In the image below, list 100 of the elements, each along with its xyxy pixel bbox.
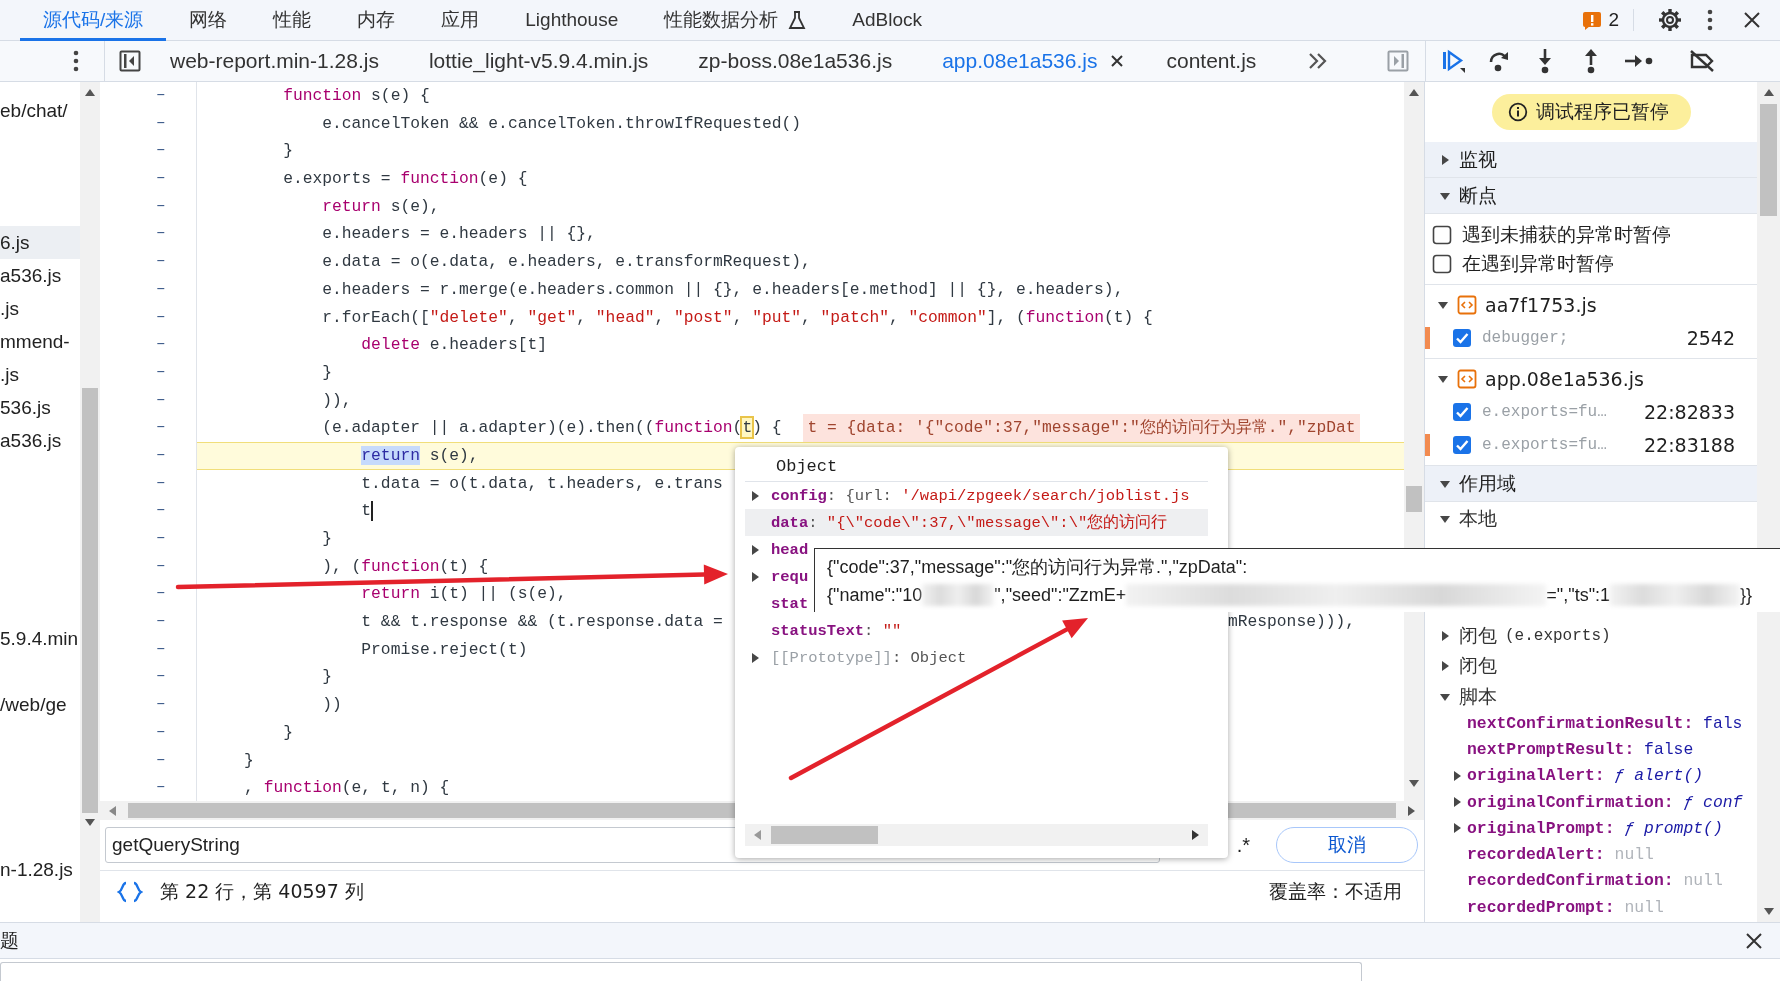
property[interactable]: nextPromptResult: false: [1467, 739, 1694, 759]
line-marker: –: [155, 694, 167, 716]
panel-tab[interactable]: 网络: [166, 0, 251, 41]
more-options-icon[interactable]: [72, 50, 80, 72]
property[interactable]: statusText: "": [771, 621, 902, 640]
file-tree-item[interactable]: .js: [0, 358, 80, 391]
close-icon[interactable]: [1109, 53, 1126, 69]
paused-message: 调试程序已暂停: [1535, 99, 1669, 124]
property[interactable]: originalAlert: ƒ alert(): [1467, 766, 1704, 786]
file-tree-item[interactable]: /web/ge: [0, 688, 80, 721]
property[interactable]: head: [771, 540, 809, 559]
scope-label: 脚本: [1459, 683, 1497, 709]
code-line: return i(t) || (s(e),: [360, 583, 567, 606]
file-tab[interactable]: app.08e1a536.js: [917, 41, 1142, 81]
inline-value: t = {data: '{"code":37,"message":"您的访问行为异常.","zpDat: [803, 414, 1360, 442]
triangle-right-icon[interactable]: [1451, 822, 1463, 835]
property[interactable]: stat: [771, 594, 809, 613]
triangle-down-icon[interactable]: [1437, 373, 1449, 385]
triangle-right-icon[interactable]: [1439, 629, 1451, 642]
line-marker: –: [155, 777, 167, 799]
property[interactable]: originalPrompt: ƒ prompt(): [1467, 818, 1723, 838]
triangle-right-icon[interactable]: [749, 543, 761, 556]
scrollbar[interactable]: [1757, 82, 1780, 922]
code-line: delete e.headers[t]: [360, 334, 547, 357]
scroll-down-icon: [1763, 908, 1774, 916]
line-marker: –: [155, 278, 167, 300]
scroll-thumb[interactable]: [771, 826, 878, 844]
section-header[interactable]: 作用域: [1425, 466, 1757, 502]
property[interactable]: recordedConfirmation: null: [1467, 871, 1723, 891]
line-marker: –: [155, 334, 167, 356]
file-tree-item[interactable]: a536.js: [0, 424, 80, 457]
line-marker: –: [155, 583, 167, 605]
checkbox[interactable]: [1452, 401, 1472, 422]
file-tree-item[interactable]: .js: [0, 292, 80, 325]
file-tree-item[interactable]: a536.js: [0, 259, 80, 292]
panel-tab[interactable]: AdBlock: [829, 0, 945, 41]
panel-tab[interactable]: 性能: [250, 0, 335, 41]
settings-icon[interactable]: [1658, 8, 1682, 32]
sidebar-toggle-icon[interactable]: [119, 50, 141, 72]
close-icon[interactable]: [1742, 10, 1762, 30]
checkbox[interactable]: [1432, 224, 1452, 245]
panel-tab[interactable]: 内存: [334, 0, 419, 41]
scope-label: 闭包: [1459, 653, 1497, 679]
file-tree-item[interactable]: 6.js: [0, 226, 80, 259]
filter-field[interactable]: [0, 962, 1362, 981]
property[interactable]: [[Prototype]]: Object: [771, 648, 967, 667]
property[interactable]: originalConfirmation: ƒ conf: [1467, 792, 1743, 812]
triangle-right-icon[interactable]: [1439, 153, 1451, 166]
triangle-right-icon[interactable]: [749, 489, 761, 502]
checkbox[interactable]: [1432, 253, 1452, 274]
breakpoint-off-icon[interactable]: [1688, 48, 1716, 74]
resume-icon[interactable]: [1440, 48, 1466, 74]
line-marker: –: [155, 611, 167, 633]
triangle-down-icon[interactable]: [1437, 299, 1449, 311]
file-tree-item[interactable]: 5.9.4.min: [0, 622, 80, 655]
checkbox[interactable]: [1452, 434, 1472, 455]
file-tree-item[interactable]: n-1.28.js: [0, 853, 80, 886]
sidebar-toggle-icon[interactable]: [1387, 50, 1409, 72]
pretty-print-icon[interactable]: [117, 881, 143, 903]
code-line: e.data = o(e.data, e.headers, e.transformRequest),: [321, 251, 811, 274]
triangle-right-icon[interactable]: [1451, 769, 1463, 782]
file-tab[interactable]: zp-boss.08e1a536.js: [673, 41, 918, 81]
file-tab[interactable]: lottie_light-v5.9.4.min.js: [403, 41, 674, 81]
issues-button[interactable]: 2: [1568, 9, 1634, 31]
section-title: 监视: [1459, 146, 1497, 172]
scrollbar[interactable]: [80, 82, 100, 922]
triangle-right-icon[interactable]: [1439, 660, 1451, 673]
triangle-right-icon[interactable]: [749, 570, 761, 583]
scroll-thumb[interactable]: [82, 388, 98, 813]
property[interactable]: nextConfirmationResult: fals: [1467, 713, 1743, 733]
property[interactable]: data: "{\"code\":37,\"message\":\"您的访问行: [771, 512, 1168, 533]
file-tree-item[interactable]: mmend-: [0, 325, 80, 358]
triangle-right-icon[interactable]: [1451, 796, 1463, 809]
option-label: 在遇到异常时暂停: [1462, 250, 1614, 276]
property[interactable]: requ: [771, 567, 809, 586]
cancel-button[interactable]: 取消: [1276, 827, 1418, 863]
scroll-thumb[interactable]: [1760, 104, 1777, 216]
code-line: return s(e),: [321, 195, 440, 218]
breakpoint-location: 2542: [1686, 326, 1735, 349]
property[interactable]: recordedPrompt: null: [1467, 897, 1664, 917]
panel-tab[interactable]: 应用: [418, 0, 503, 41]
property[interactable]: config: {url: '/wapi/zpgeek/search/joblist.js: [771, 486, 1190, 505]
panel-tab[interactable]: 性能数据分析: [641, 0, 830, 41]
section-header[interactable]: 断点: [1425, 178, 1757, 214]
file-tree-item[interactable]: 536.js: [0, 391, 80, 424]
property[interactable]: recordedAlert: null: [1467, 845, 1654, 865]
scrollbar[interactable]: [745, 824, 1208, 846]
file-tree-item[interactable]: eb/chat/: [0, 94, 80, 127]
more-options-icon[interactable]: [1706, 9, 1714, 31]
scroll-up-icon: [85, 88, 95, 96]
scroll-thumb[interactable]: [1406, 486, 1422, 512]
close-icon[interactable]: [1744, 930, 1764, 951]
scrollbar[interactable]: [1404, 82, 1424, 801]
file-tab[interactable]: web-report.min-1.28.js: [145, 41, 404, 81]
checkbox[interactable]: [1452, 327, 1472, 348]
panel-tab[interactable]: Lighthouse: [502, 0, 642, 41]
regex-toggle[interactable]: .*: [1236, 833, 1250, 857]
triangle-right-icon[interactable]: [749, 651, 761, 664]
file-tab[interactable]: content.js: [1141, 41, 1282, 81]
section-header[interactable]: 监视: [1425, 142, 1757, 178]
